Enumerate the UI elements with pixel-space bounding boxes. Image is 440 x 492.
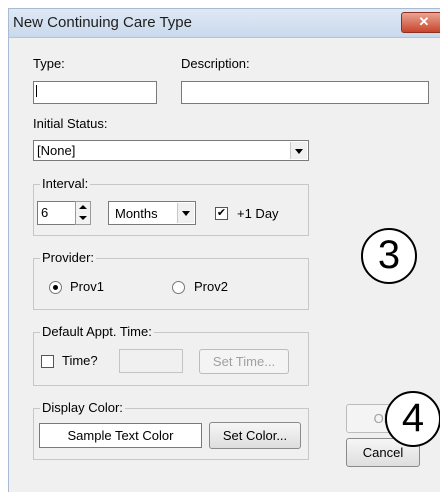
time-checkbox[interactable] [41, 355, 54, 368]
initial-status-label: Initial Status: [33, 116, 108, 131]
interval-unit-dropdown-button[interactable] [177, 203, 194, 223]
initial-status-value: [None] [37, 143, 76, 158]
type-label: Type: [33, 56, 65, 71]
arrow-down-icon [79, 216, 87, 220]
plus-one-day-label: +1 Day [237, 206, 279, 221]
sample-text: Sample Text Color [67, 428, 174, 443]
plus-one-day-checkbox[interactable]: ✔ [215, 207, 228, 220]
provider-radio-prov2[interactable] [172, 281, 185, 294]
dialog-window: New Continuing Care Type ✕ Type: Descrip… [8, 8, 440, 492]
description-label: Description: [181, 56, 250, 71]
spin-down-button[interactable] [76, 213, 90, 223]
radio-selected-dot [53, 285, 58, 290]
provider-option-prov2: Prov2 [194, 279, 228, 294]
provider-group-label: Provider: [40, 250, 97, 265]
sample-text-color-preview: Sample Text Color [39, 423, 202, 448]
title-bar[interactable]: New Continuing Care Type ✕ [9, 9, 440, 38]
type-input[interactable] [33, 81, 157, 104]
chevron-down-icon [295, 149, 303, 154]
text-caret [36, 85, 37, 97]
chevron-down-icon [182, 211, 190, 216]
interval-group-label: Interval: [40, 176, 91, 191]
arrow-up-icon [79, 205, 87, 209]
set-time-button[interactable]: Set Time... [199, 349, 289, 374]
set-color-label: Set Color... [222, 428, 288, 443]
close-button[interactable]: ✕ [401, 12, 440, 33]
default-appt-time-label: Default Appt. Time: [40, 324, 154, 339]
initial-status-select[interactable]: [None] [33, 140, 309, 161]
initial-status-dropdown-button[interactable] [290, 142, 307, 159]
step-4-callout: 4 [385, 391, 440, 447]
window-title: New Continuing Care Type [13, 14, 192, 31]
time-checkbox-label: Time? [62, 353, 98, 368]
display-color-label: Display Color: [40, 400, 125, 415]
spin-up-button[interactable] [76, 202, 90, 212]
step-3-callout: 3 [361, 228, 417, 284]
description-input[interactable] [181, 81, 429, 104]
interval-count-value: 6 [41, 205, 49, 220]
close-icon: ✕ [418, 14, 430, 29]
interval-unit-value: Months [115, 206, 158, 221]
provider-radio-prov1[interactable] [49, 281, 62, 294]
set-color-button[interactable]: Set Color... [209, 422, 301, 449]
time-input[interactable] [119, 349, 183, 373]
interval-count-input[interactable]: 6 [37, 201, 77, 225]
provider-option-prov1: Prov1 [70, 279, 104, 294]
checkmark-icon: ✔ [216, 207, 227, 219]
set-time-label: Set Time... [212, 354, 276, 369]
interval-spinner[interactable] [75, 201, 91, 225]
interval-unit-select[interactable]: Months [108, 201, 196, 225]
cancel-label: Cancel [362, 445, 404, 460]
